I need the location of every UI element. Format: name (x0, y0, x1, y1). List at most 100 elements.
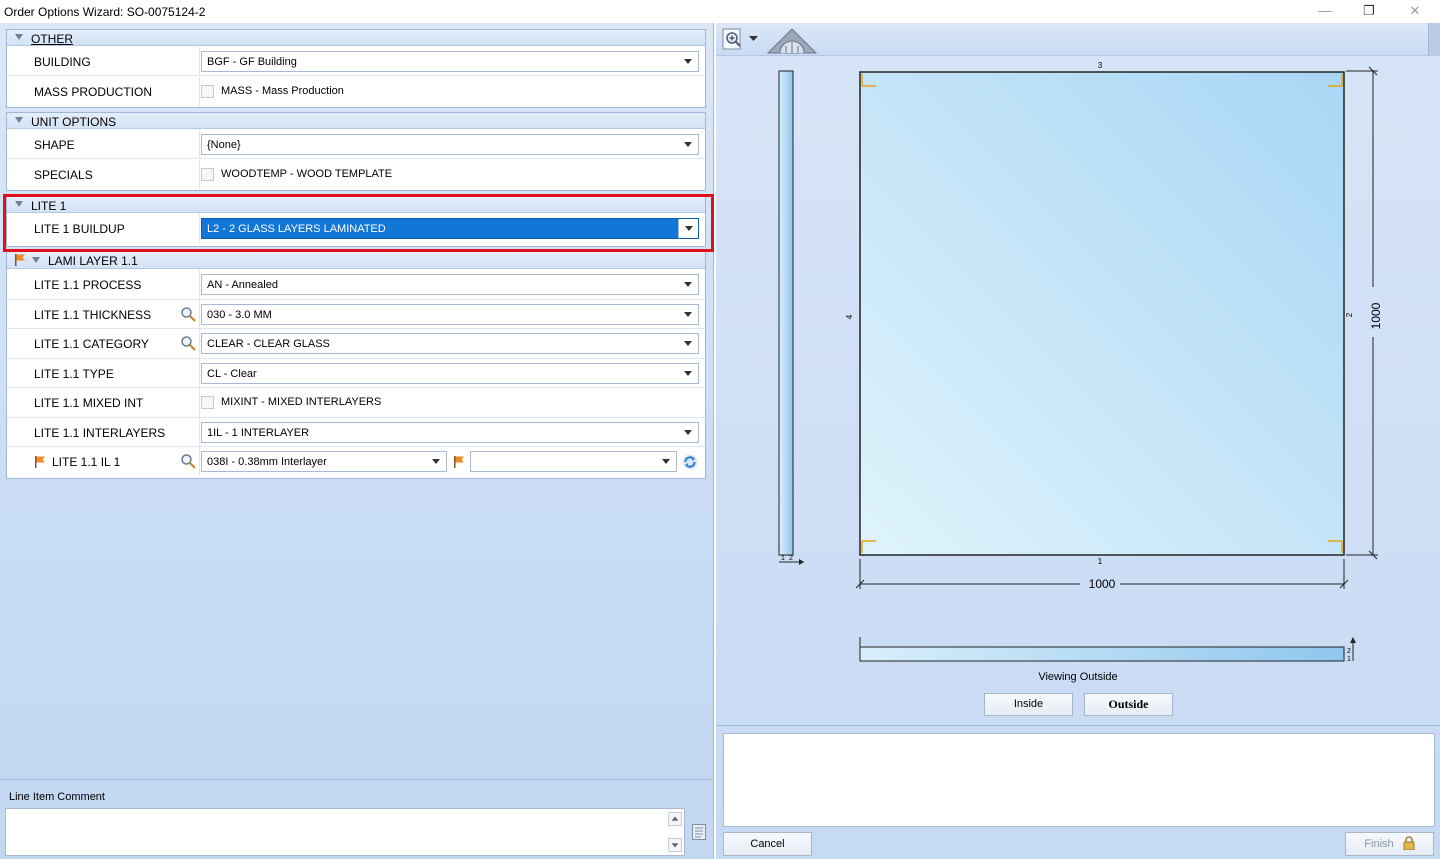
flag-icon (15, 254, 25, 266)
finish-button[interactable]: Finish (1345, 832, 1434, 856)
flag-icon (35, 456, 45, 468)
lite1-buildup-value: L2 - 2 GLASS LAYERS LAMINATED (207, 223, 386, 235)
row-specials: SPECIALS WOODTEMP - WOOD TEMPLATE (7, 160, 705, 189)
scroll-up-button[interactable] (668, 812, 682, 826)
close-button[interactable]: ✕ (1392, 0, 1438, 23)
section-unit-options: UNIT OPTIONS SHAPE {None} SPECIALS WOODT… (6, 112, 706, 191)
collapse-arrow-icon[interactable] (15, 34, 23, 40)
lite-category-combo[interactable]: CLEAR - CLEAR GLASS (201, 333, 699, 354)
mass-production-checkbox[interactable] (201, 85, 214, 98)
section-other-header[interactable]: OTHER (7, 30, 705, 46)
info-box (723, 733, 1435, 827)
edge-label-right: 2 (1345, 312, 1354, 317)
chevron-down-icon[interactable] (678, 423, 698, 442)
chevron-down-icon[interactable] (678, 364, 698, 383)
lite-thickness-combo[interactable]: 030 - 3.0 MM (201, 304, 699, 325)
row-lite-process: LITE 1.1 PROCESS AN - Annealed (7, 270, 705, 300)
preview-panel: 1 2 3 1 4 2 1000 1000 2 1 Viewing Outsid… (716, 23, 1440, 859)
side-view-label-1: 1 (781, 555, 785, 562)
building-combo[interactable]: BGF - GF Building (201, 51, 699, 72)
row-lite-category: LITE 1.1 CATEGORY CLEAR - CLEAR GLASS (7, 329, 705, 359)
lite-thickness-value: 030 - 3.0 MM (207, 309, 272, 321)
section-lite1-header[interactable]: LITE 1 (7, 197, 705, 213)
collapse-arrow-icon[interactable] (15, 117, 23, 123)
outside-view-button[interactable]: Outside (1084, 693, 1173, 716)
row-lite1-buildup: LITE 1 BUILDUP L2 - 2 GLASS LAYERS LAMIN… (7, 214, 705, 245)
row-lite-interlayers: LITE 1.1 INTERLAYERS 1IL - 1 INTERLAYER (7, 418, 705, 447)
row-lite-thickness: LITE 1.1 THICKNESS 030 - 3.0 MM (7, 300, 705, 329)
edge-label-top: 3 (1098, 61, 1103, 70)
refresh-icon[interactable] (682, 454, 698, 470)
shape-value: {None} (207, 139, 241, 151)
line-item-comment-label: Line Item Comment (9, 791, 105, 803)
strip-label-1: 1 (1347, 656, 1351, 663)
scroll-down-button[interactable] (668, 838, 682, 852)
shape-label: SHAPE (34, 138, 75, 152)
search-icon[interactable] (180, 335, 196, 351)
restore-button[interactable]: ❐ (1346, 0, 1392, 23)
lite-il1-value: 038I - 0.38mm Interlayer (207, 456, 327, 468)
lite-interlayers-combo[interactable]: 1IL - 1 INTERLAYER (201, 422, 699, 443)
collapse-arrow-icon[interactable] (32, 257, 40, 263)
section-lami-layer: LAMI LAYER 1.1 LITE 1.1 PROCESS AN - Ann… (6, 251, 706, 479)
section-lite1: LITE 1 LITE 1 BUILDUP L2 - 2 GLASS LAYER… (6, 196, 706, 247)
chevron-down-icon[interactable] (678, 219, 698, 238)
lite-process-label: LITE 1.1 PROCESS (34, 278, 142, 292)
collapse-arrow-icon[interactable] (15, 201, 23, 207)
toolbar-edge (1428, 23, 1440, 56)
edge-strip-view (859, 646, 1345, 662)
cancel-button[interactable]: Cancel (723, 832, 812, 856)
inside-view-button[interactable]: Inside (984, 693, 1073, 716)
side-view-label-2: 2 (789, 555, 793, 562)
section-lami-title: LAMI LAYER 1.1 (48, 254, 138, 268)
specials-value: WOODTEMP - WOOD TEMPLATE (221, 168, 393, 180)
finish-button-label: Finish (1364, 838, 1394, 850)
lite-category-label: LITE 1.1 CATEGORY (34, 337, 149, 351)
zoom-dropdown-icon[interactable] (749, 36, 758, 42)
lite-mixed-int-label: LITE 1.1 MIXED INT (34, 396, 144, 410)
section-other-title: OTHER (31, 32, 73, 46)
chevron-down-icon[interactable] (678, 305, 698, 324)
shape-combo[interactable]: {None} (201, 134, 699, 155)
lite-type-combo[interactable]: CL - Clear (201, 363, 699, 384)
chevron-down-icon[interactable] (678, 52, 698, 71)
mass-production-value: MASS - Mass Production (221, 85, 344, 97)
shape-view-icon[interactable] (766, 26, 818, 54)
row-lite-type: LITE 1.1 TYPE CL - Clear (7, 359, 705, 388)
specials-checkbox[interactable] (201, 168, 214, 181)
chevron-down-icon[interactable] (678, 275, 698, 294)
chevron-down-icon[interactable] (426, 452, 446, 471)
lite-il1-secondary-combo[interactable] (470, 451, 677, 472)
lite-interlayers-value: 1IL - 1 INTERLAYER (207, 427, 310, 439)
chevron-down-icon[interactable] (678, 334, 698, 353)
options-panel: OTHER BUILDING BGF - GF Building MASS PR… (0, 23, 714, 859)
line-item-comment-input[interactable] (5, 808, 685, 856)
lite-mixed-int-value: MIXINT - MIXED INTERLAYERS (221, 396, 382, 408)
section-unit-options-header[interactable]: UNIT OPTIONS (7, 113, 705, 129)
strip-label-2: 2 (1347, 648, 1351, 655)
height-dimension: 1000 (1369, 302, 1383, 329)
edge-label-left: 4 (845, 314, 854, 319)
lite-process-combo[interactable]: AN - Annealed (201, 274, 699, 295)
search-icon[interactable] (180, 306, 196, 322)
minimize-button[interactable]: — (1302, 0, 1348, 23)
section-lami-header[interactable]: LAMI LAYER 1.1 (7, 251, 705, 269)
viewing-side-label: Viewing Outside (1038, 671, 1118, 683)
row-shape: SHAPE {None} (7, 130, 705, 159)
chevron-down-icon[interactable] (678, 135, 698, 154)
preview-toolbar (716, 23, 1428, 56)
lite1-buildup-combo[interactable]: L2 - 2 GLASS LAYERS LAMINATED (201, 218, 699, 239)
mass-production-label: MASS PRODUCTION (34, 85, 153, 99)
row-lite-mixed-int: LITE 1.1 MIXED INT MIXINT - MIXED INTERL… (7, 388, 705, 418)
notes-icon[interactable] (692, 824, 706, 840)
lite-type-label: LITE 1.1 TYPE (34, 367, 114, 381)
chevron-down-icon[interactable] (656, 452, 676, 471)
side-view-glass (778, 70, 794, 556)
edge-label-bottom: 1 (1098, 557, 1103, 566)
lite-il1-combo[interactable]: 038I - 0.38mm Interlayer (201, 451, 447, 472)
search-icon[interactable] (180, 453, 196, 469)
zoom-icon[interactable] (722, 27, 746, 51)
row-building: BUILDING BGF - GF Building (7, 47, 705, 76)
building-value: BGF - GF Building (207, 56, 297, 68)
lite-mixed-int-checkbox[interactable] (201, 396, 214, 409)
